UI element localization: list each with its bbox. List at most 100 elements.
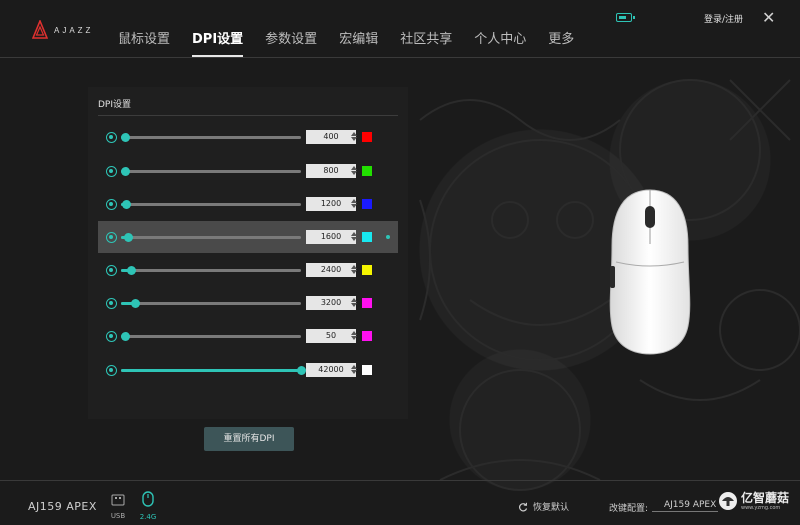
dpi-stepper[interactable] [350,197,358,211]
dpi-value-input[interactable]: 1600 [306,230,356,244]
dpi-slider-thumb[interactable] [120,132,130,142]
watermark-url: www.yzmg.com [741,504,781,511]
dpi-stepper[interactable] [350,164,358,178]
wireless-mouse-icon [142,491,154,507]
battery-icon [616,13,635,22]
dpi-value-input[interactable]: 800 [306,164,356,178]
dpi-slider-thumb[interactable] [127,265,137,275]
dpi-value-input[interactable]: 3200 [306,296,356,310]
dpi-row[interactable]: 800 [88,158,408,184]
dpi-slider[interactable] [121,199,301,209]
dpi-color-swatch[interactable] [362,331,372,341]
footer: AJ159 APEX USB 2.4G 恢复默认 改键配置: AJ159 APE… [0,480,800,525]
panel-divider [98,115,398,116]
close-icon[interactable]: ✕ [762,8,775,27]
stepper-up-icon[interactable] [351,199,357,203]
dpi-slider-thumb[interactable] [120,166,130,176]
stepper-up-icon[interactable] [351,232,357,236]
stepper-up-icon[interactable] [351,331,357,335]
stepper-up-icon[interactable] [351,365,357,369]
stepper-down-icon[interactable] [351,336,357,340]
dpi-color-swatch[interactable] [362,232,372,242]
wireless-connection[interactable]: 2.4G [137,491,159,521]
stepper-up-icon[interactable] [351,132,357,136]
dpi-stepper[interactable] [350,230,358,244]
dpi-row[interactable]: 400 [88,124,408,150]
login-register-link[interactable]: 登录/注册 [704,12,743,25]
dpi-slider-thumb[interactable] [297,365,306,375]
dpi-radio-button[interactable] [106,198,117,210]
dpi-radio-button[interactable] [106,330,117,342]
device-name: AJ159 APEX [28,500,97,513]
dpi-stepper[interactable] [350,263,358,277]
tab-personal-center[interactable]: 个人中心 [474,28,526,57]
tab-dpi-settings[interactable]: DPI设置 [192,28,244,57]
stepper-down-icon[interactable] [351,303,357,307]
tab-mouse-settings[interactable]: 鼠标设置 [118,28,170,57]
stepper-down-icon[interactable] [351,171,357,175]
dpi-stepper[interactable] [350,130,358,144]
dpi-color-swatch[interactable] [362,298,372,308]
dpi-radio-button[interactable] [106,264,117,276]
dpi-radio-button[interactable] [106,364,117,376]
reset-all-dpi-button[interactable]: 重置所有DPI [204,427,294,451]
mushroom-logo-icon [719,492,737,510]
brand-name: AJAZZ [54,25,94,35]
dpi-slider[interactable] [121,265,301,275]
dpi-stepper[interactable] [350,296,358,310]
tab-community-share[interactable]: 社区共享 [400,28,452,57]
main-nav: 鼠标设置 DPI设置 参数设置 宏编辑 社区共享 个人中心 更多 [118,28,596,57]
dpi-color-swatch[interactable] [362,265,372,275]
dpi-slider[interactable] [121,232,301,242]
dpi-radio-button[interactable] [106,231,117,243]
stepper-down-icon[interactable] [351,270,357,274]
dpi-color-swatch[interactable] [362,199,372,209]
dpi-radio-button[interactable] [106,165,117,177]
dpi-row[interactable]: 1600 [98,221,398,253]
mouse-image [609,189,691,355]
dpi-row[interactable]: 3200 [88,290,408,316]
header: AJAZZ 鼠标设置 DPI设置 参数设置 宏编辑 社区共享 个人中心 更多 登… [0,0,800,58]
stepper-down-icon[interactable] [351,370,357,374]
dpi-slider-thumb[interactable] [123,232,133,242]
dpi-row[interactable]: 50 [88,323,408,349]
dpi-stepper[interactable] [350,363,358,377]
dpi-slider[interactable] [120,132,301,142]
dpi-stepper[interactable] [350,329,358,343]
dpi-value-input[interactable]: 1200 [306,197,356,211]
tab-macro-editor[interactable]: 宏编辑 [339,28,378,57]
dpi-value-input[interactable]: 400 [306,130,356,144]
dpi-radio-button[interactable] [106,131,117,143]
dpi-radio-button[interactable] [106,297,117,309]
dpi-value-input[interactable]: 50 [306,329,356,343]
stepper-down-icon[interactable] [351,204,357,208]
dpi-slider[interactable] [121,298,301,308]
stepper-up-icon[interactable] [351,166,357,170]
dpi-color-swatch[interactable] [362,132,372,142]
dpi-row[interactable]: 2400 [88,257,408,283]
stepper-down-icon[interactable] [351,137,357,141]
dpi-slider[interactable] [121,365,306,375]
stepper-down-icon[interactable] [351,237,357,241]
restore-default-button[interactable]: 恢复默认 [518,500,569,513]
brand-logo: AJAZZ [32,20,93,40]
stepper-up-icon[interactable] [351,265,357,269]
key-config-select[interactable]: AJ159 APEX [652,500,718,512]
dpi-slider-thumb[interactable] [130,298,140,308]
dpi-settings-panel: DPI设置 400 800 1200 1600 2400 3200 50 42000 [88,87,408,419]
usb-label: USB [110,512,126,520]
stepper-up-icon[interactable] [351,298,357,302]
tab-more[interactable]: 更多 [548,28,574,57]
tab-parameter-settings[interactable]: 参数设置 [265,28,317,57]
dpi-value-input[interactable]: 2400 [306,263,356,277]
dpi-slider-thumb[interactable] [120,331,130,341]
dpi-color-swatch[interactable] [362,365,372,375]
usb-connection[interactable]: USB [107,491,129,520]
dpi-slider[interactable] [120,166,301,176]
dpi-value-input[interactable]: 42000 [306,363,356,377]
dpi-row[interactable]: 42000 [88,357,408,383]
dpi-slider[interactable] [120,331,301,341]
dpi-slider-thumb[interactable] [122,199,132,209]
dpi-color-swatch[interactable] [362,166,372,176]
dpi-row[interactable]: 1200 [88,191,408,217]
